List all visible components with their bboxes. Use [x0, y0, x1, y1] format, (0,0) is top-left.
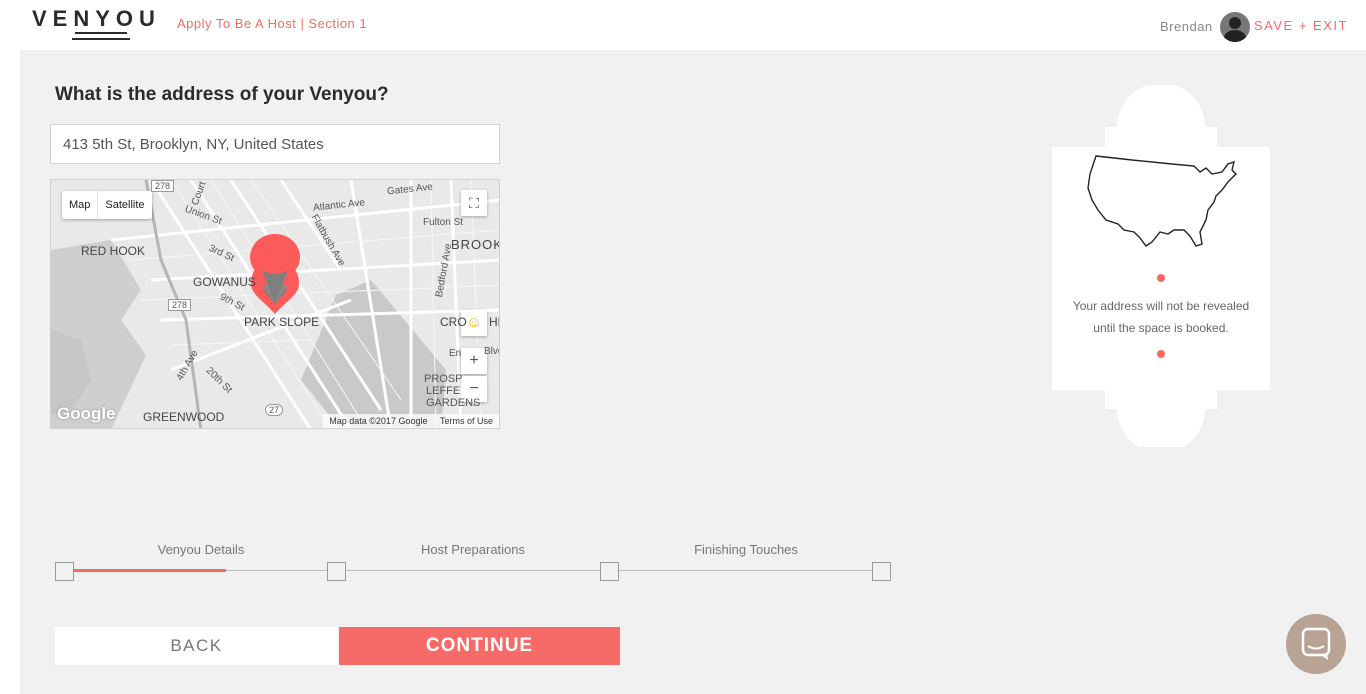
progress-fill: [64, 569, 226, 572]
logo-underline: [75, 32, 127, 34]
map-type-control: Map Satellite: [62, 191, 152, 219]
step-label-host-preparations: Host Preparations: [420, 542, 526, 557]
usa-map-icon: [1087, 155, 1237, 247]
map-label-red-hook: RED HOOK: [81, 244, 146, 258]
street-en: En: [449, 348, 462, 359]
user-icon: [1229, 17, 1241, 29]
map-type-map-button[interactable]: Map: [62, 191, 97, 219]
map-label-park-slope: PARK SLOPE: [244, 315, 320, 329]
user-name: Brendan: [1160, 19, 1213, 34]
venyou-logo[interactable]: VENYOU: [32, 6, 161, 32]
save-exit-link[interactable]: SAVE + EXIT: [1254, 18, 1348, 33]
user-icon-body: [1224, 30, 1246, 42]
map-label-gowanus: GOWANUS: [193, 275, 256, 289]
map-footer: Map data ©2017 Google Terms of Use: [323, 414, 499, 428]
step-label-finishing-touches: Finishing Touches: [694, 542, 798, 557]
privacy-message-line2: until the space is booked.: [1093, 321, 1229, 335]
chat-bubble-icon: [1301, 627, 1331, 660]
map-view[interactable]: Map Satellite ⛶ ☺ + − RED HOOK GOWANUS P…: [50, 179, 500, 429]
card-frame: [1052, 85, 1270, 447]
progress-checkpoint-4: [872, 562, 891, 581]
route-27-shield: 27: [265, 404, 284, 416]
top-header: VENYOU Apply To Be A Host | Section 1 Br…: [0, 0, 1366, 50]
bottom-dot: [1157, 350, 1165, 358]
privacy-message-line1: Your address will not be revealed: [1072, 299, 1250, 313]
progress-checkpoint-1: [55, 562, 74, 581]
breadcrumb: Apply To Be A Host | Section 1: [177, 16, 368, 31]
avatar[interactable]: [1220, 12, 1250, 42]
address-input[interactable]: [50, 124, 500, 164]
privacy-info-card: Your address will not be revealed until …: [1050, 85, 1272, 447]
progress-checkpoint-2: [327, 562, 346, 581]
back-button[interactable]: BACK: [55, 627, 338, 665]
chat-button[interactable]: [1286, 614, 1346, 674]
map-label-lefferts: LEFFE: [426, 385, 461, 397]
route-278-shield-top: 278: [151, 180, 175, 192]
map-label-heights: HE: [489, 315, 499, 329]
progress-checkpoint-3: [600, 562, 619, 581]
map-type-satellite-button[interactable]: Satellite: [97, 191, 151, 219]
map-label-brook: BROOK: [451, 237, 500, 252]
step-label-venyou-details: Venyou Details: [157, 542, 245, 557]
top-dot: [1157, 274, 1165, 282]
map-label-greenwood: GREENWOOD: [143, 410, 225, 424]
terms-of-use-link[interactable]: Terms of Use: [440, 416, 493, 426]
map-label-crown: CRO: [440, 315, 467, 329]
fullscreen-icon[interactable]: ⛶: [461, 190, 487, 216]
map-label-gardens: GARDENS: [426, 397, 481, 409]
continue-button[interactable]: CONTINUE: [339, 627, 620, 665]
route-278-shield: 278: [168, 299, 192, 311]
map-data-credit: Map data ©2017 Google: [329, 416, 428, 426]
street-fulton-st: Fulton St: [423, 217, 464, 228]
page-title: What is the address of your Venyou?: [55, 84, 389, 105]
privacy-message: Your address will not be revealed until …: [1050, 295, 1272, 339]
location-pin-icon[interactable]: [250, 234, 300, 304]
map-label-prospect: PROSP: [424, 373, 463, 385]
street-blvd: Blvd: [484, 346, 499, 357]
google-logo: Google: [57, 404, 116, 423]
logo-underline-lower: [72, 38, 130, 40]
